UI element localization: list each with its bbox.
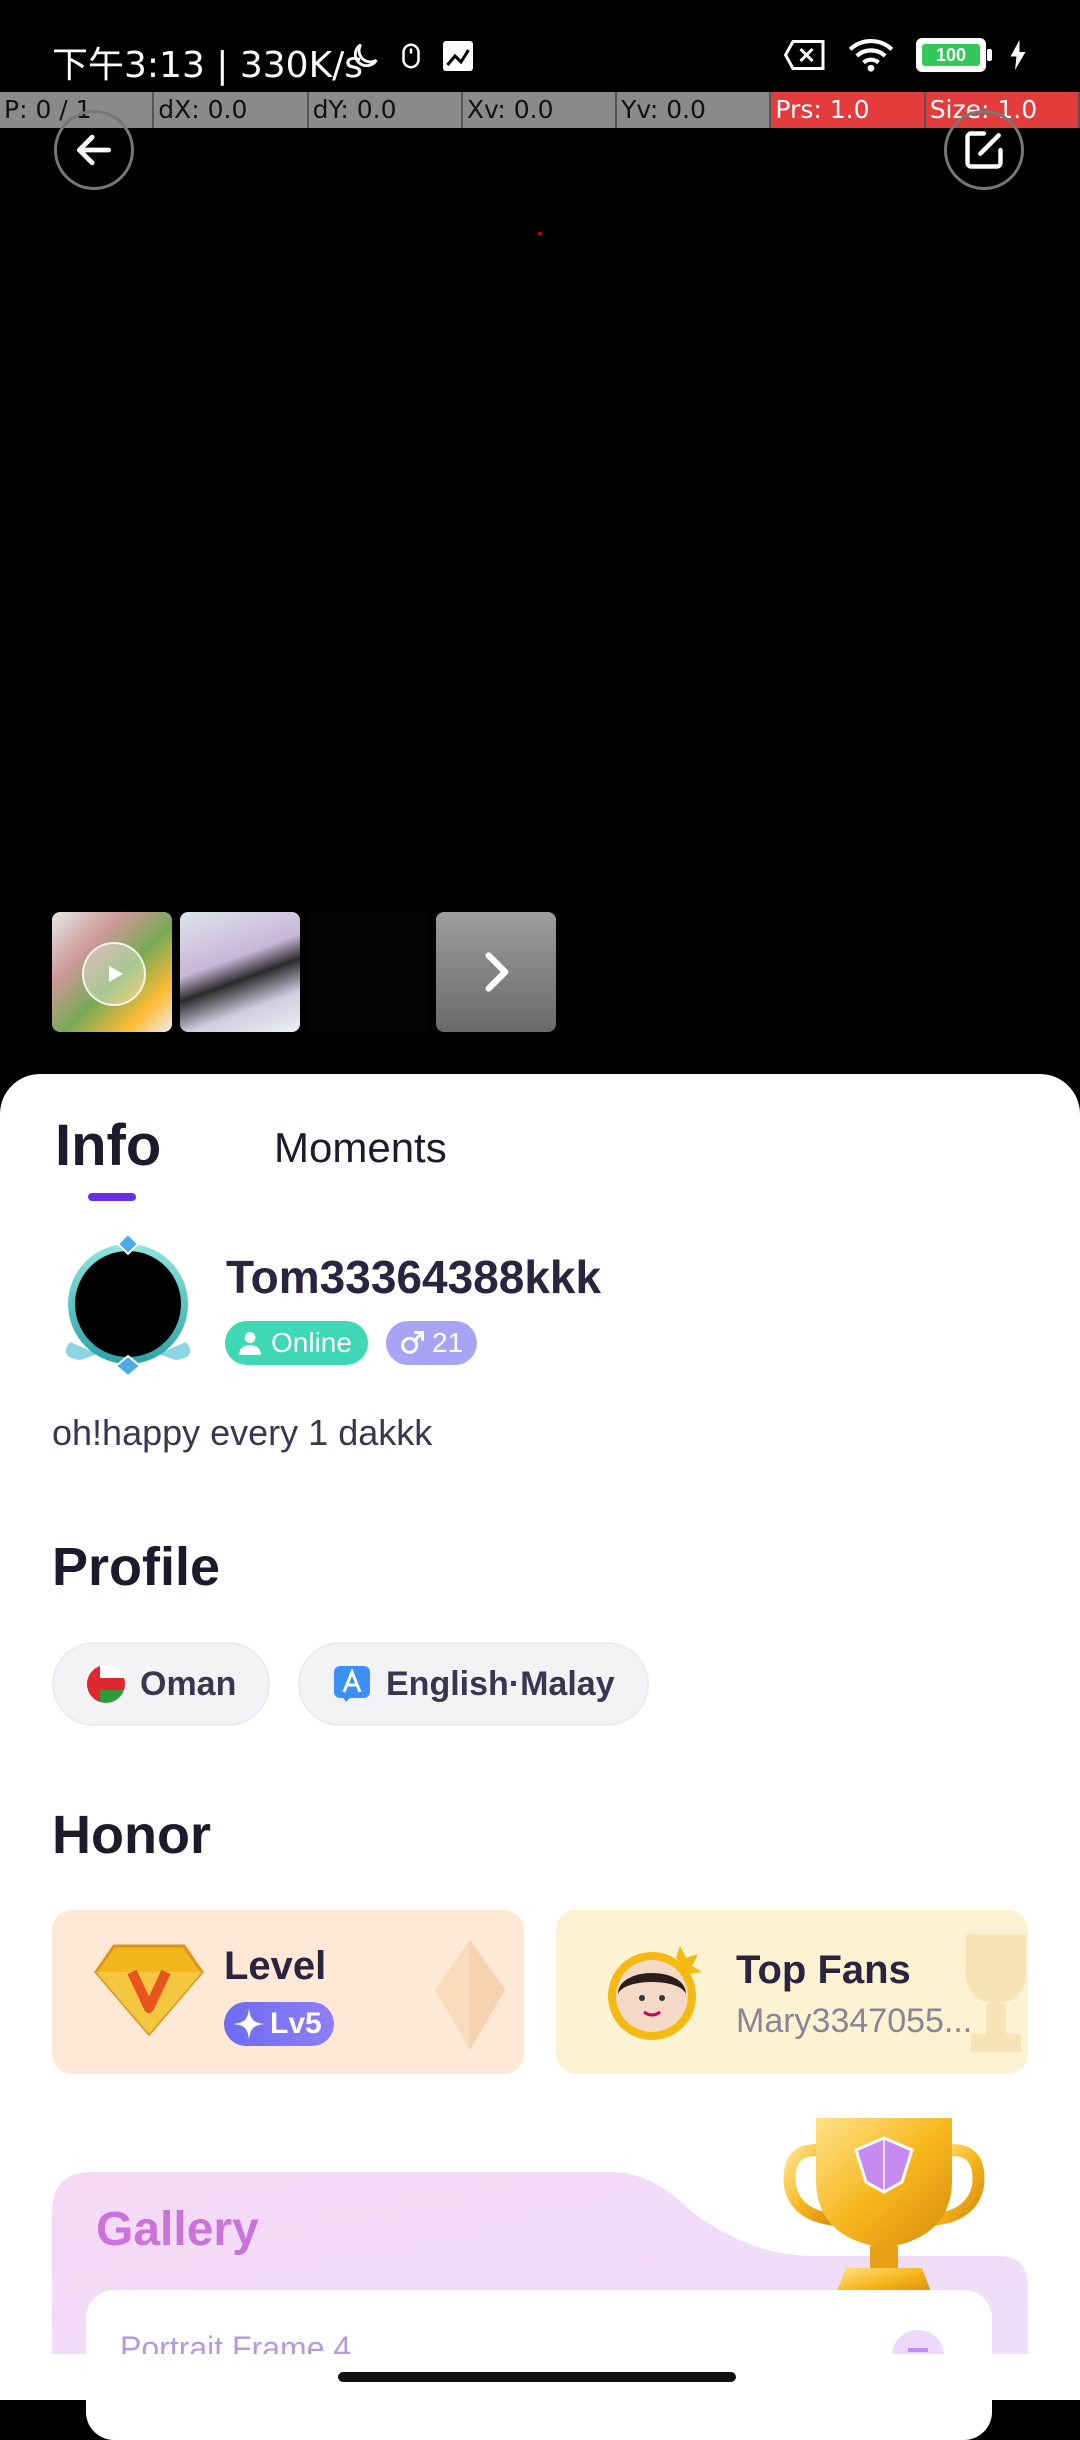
status-time: 下午3:13 | 330K/s <box>52 45 364 86</box>
sim-off-icon <box>784 40 825 70</box>
status-bar: 下午3:13 | 330K/s 100 <box>0 0 1080 92</box>
male-icon <box>401 1330 425 1354</box>
debug-pressure: Prs: 1.0 <box>771 92 926 128</box>
media-thumbnail-more[interactable] <box>436 912 556 1032</box>
media-thumbnail-video[interactable] <box>52 912 172 1032</box>
status-right-icons: 100 <box>784 38 1028 72</box>
trophy-decoration-icon <box>966 1934 1026 2052</box>
person-icon <box>239 1332 261 1355</box>
bio-text: oh!happy every 1 dakkk <box>52 1412 433 1453</box>
country-text: Oman <box>140 1664 237 1703</box>
trophy-icon <box>783 2118 985 2294</box>
honor-section-title: Honor <box>52 1805 211 1865</box>
wifi-icon <box>848 39 894 72</box>
pointer-debug-bar: P: 0 / 1 dX: 0.0 dY: 0.0 Xv: 0.0 Yv: 0.0… <box>0 92 1080 128</box>
profile-section-title: Profile <box>52 1537 221 1597</box>
top-fan-name: Mary3347055... <box>736 2002 973 2040</box>
arrow-left-icon <box>76 134 112 166</box>
gallery-title: Gallery <box>96 2203 259 2256</box>
top-fans-card[interactable]: Top Fans Mary3347055... <box>556 1910 1028 2074</box>
username: Tom33364388kkk <box>226 1251 602 1303</box>
online-status-text: Online <box>271 1327 352 1358</box>
level-diamond-icon <box>94 1944 204 2037</box>
debug-dx: dX: 0.0 <box>154 92 309 128</box>
top-fan-avatar-icon <box>608 1946 702 2040</box>
media-thumbnail-photo[interactable] <box>180 912 300 1032</box>
status-left-icons <box>348 38 476 74</box>
tab-moments[interactable]: Moments <box>274 1124 447 1172</box>
active-tab-indicator <box>88 1193 136 1201</box>
crystal-decoration-icon <box>435 1940 505 2050</box>
debug-dy: dY: 0.0 <box>308 92 463 128</box>
level-badge: Lv5 <box>224 2002 334 2046</box>
tab-info[interactable]: Info <box>55 1112 161 1179</box>
country-chip: Oman <box>52 1642 271 1726</box>
play-icon <box>82 942 146 1006</box>
top-fans-title: Top Fans <box>736 1948 911 1992</box>
back-button[interactable] <box>54 110 134 190</box>
chevron-right-icon <box>485 952 509 992</box>
image-icon <box>443 41 473 71</box>
home-indicator[interactable] <box>338 2372 736 2382</box>
level-value: Lv5 <box>270 2007 322 2040</box>
battery-level: 100 <box>922 44 980 66</box>
charging-icon <box>1010 40 1026 70</box>
age-text: 21 <box>432 1327 464 1358</box>
oman-flag-icon <box>87 1665 125 1703</box>
languages-text: English·Malay <box>386 1664 615 1703</box>
level-card[interactable]: Level Lv5 <box>52 1910 524 2074</box>
sparkle-icon <box>233 2008 265 2040</box>
online-status-badge: Online <box>225 1321 368 1365</box>
avatar[interactable] <box>58 1232 198 1378</box>
level-title: Level <box>224 1944 327 1988</box>
gender-age-badge: 21 <box>386 1321 478 1365</box>
avatar-frame-icon <box>65 1232 191 1378</box>
edit-square-icon <box>965 131 1003 169</box>
mouse-icon <box>402 43 420 69</box>
battery-icon: 100 <box>916 38 992 72</box>
debug-xv: Xv: 0.0 <box>462 92 618 128</box>
media-thumbnail-photo[interactable] <box>308 912 428 1032</box>
moon-icon <box>353 43 378 68</box>
language-icon <box>334 1666 370 1702</box>
language-chip: English·Malay <box>298 1642 649 1726</box>
media-dot <box>538 232 541 235</box>
edit-profile-button[interactable] <box>944 110 1024 190</box>
media-thumbnail-strip <box>52 912 556 1032</box>
debug-yv: Yv: 0.0 <box>617 92 772 128</box>
